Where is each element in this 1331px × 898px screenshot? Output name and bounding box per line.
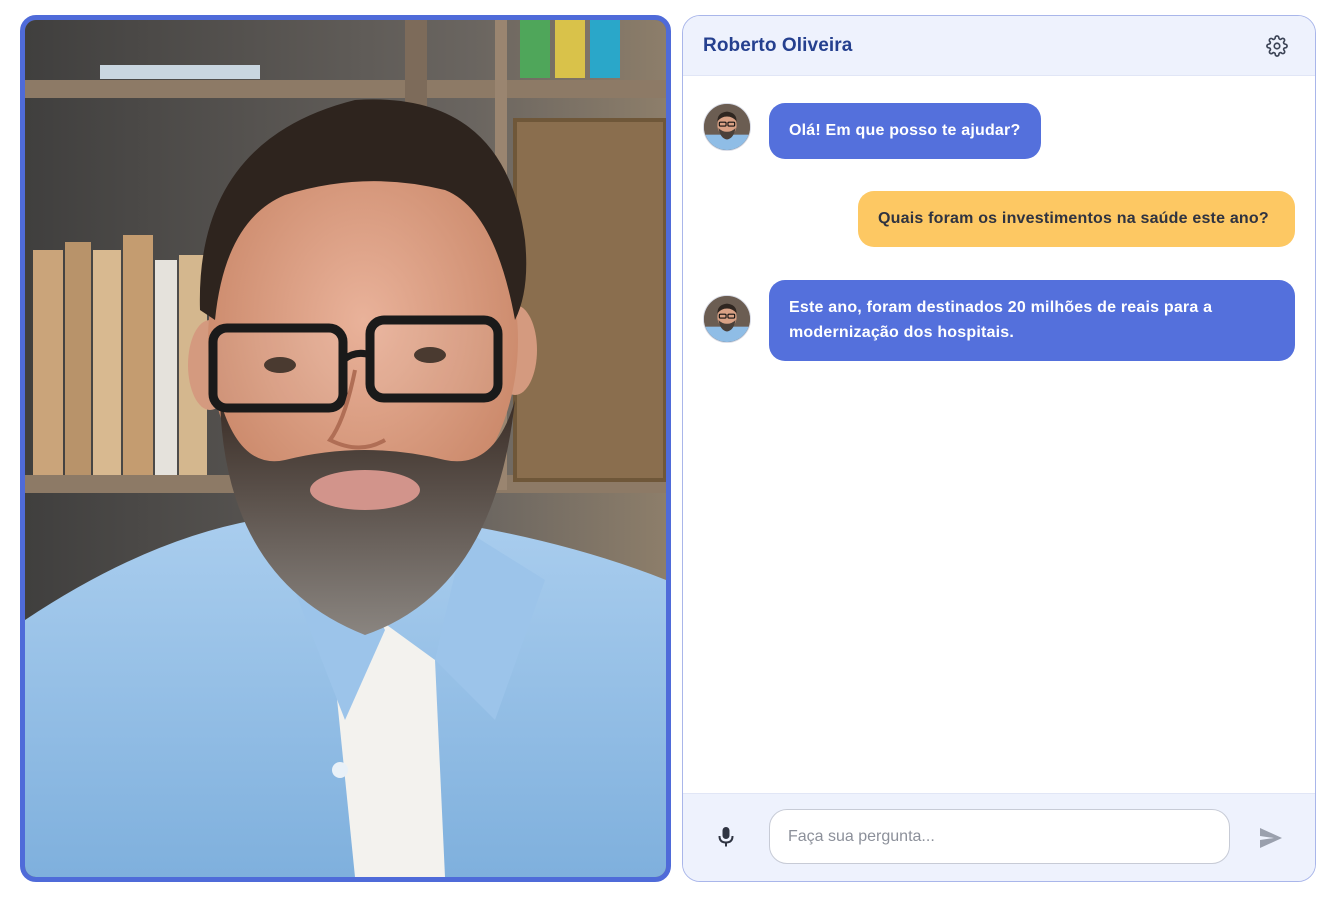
avatar xyxy=(703,295,751,343)
message-list: Olá! Em que posso te ajudar? Quais foram… xyxy=(683,77,1315,793)
bot-message: Este ano, foram destinados 20 milhões de… xyxy=(703,280,1295,361)
chat-panel: Roberto Oliveira Olá! Em que posso te aj… xyxy=(682,15,1316,882)
gear-icon xyxy=(1266,34,1288,57)
send-icon xyxy=(1260,828,1282,848)
send-button[interactable] xyxy=(1257,824,1285,852)
composer xyxy=(683,793,1315,881)
app-root: Roberto Oliveira Olá! Em que posso te aj… xyxy=(0,0,1331,898)
avatar-image xyxy=(704,296,750,342)
chat-title: Roberto Oliveira xyxy=(703,34,853,56)
question-input[interactable] xyxy=(769,809,1230,864)
avatar xyxy=(703,103,751,151)
user-message: Quais foram os investimentos na saúde es… xyxy=(858,191,1295,247)
settings-button[interactable] xyxy=(1263,32,1291,60)
bot-message: Olá! Em que posso te ajudar? xyxy=(703,103,1041,159)
presenter-video-frame xyxy=(25,20,666,877)
avatar-image xyxy=(704,104,750,150)
chat-header: Roberto Oliveira xyxy=(683,16,1315,76)
microphone-icon xyxy=(718,827,734,847)
video-feed xyxy=(20,15,671,882)
message-bubble: Olá! Em que posso te ajudar? xyxy=(769,103,1041,159)
message-bubble: Este ano, foram destinados 20 milhões de… xyxy=(769,280,1295,361)
message-bubble: Quais foram os investimentos na saúde es… xyxy=(858,191,1295,247)
microphone-button[interactable] xyxy=(713,824,739,850)
